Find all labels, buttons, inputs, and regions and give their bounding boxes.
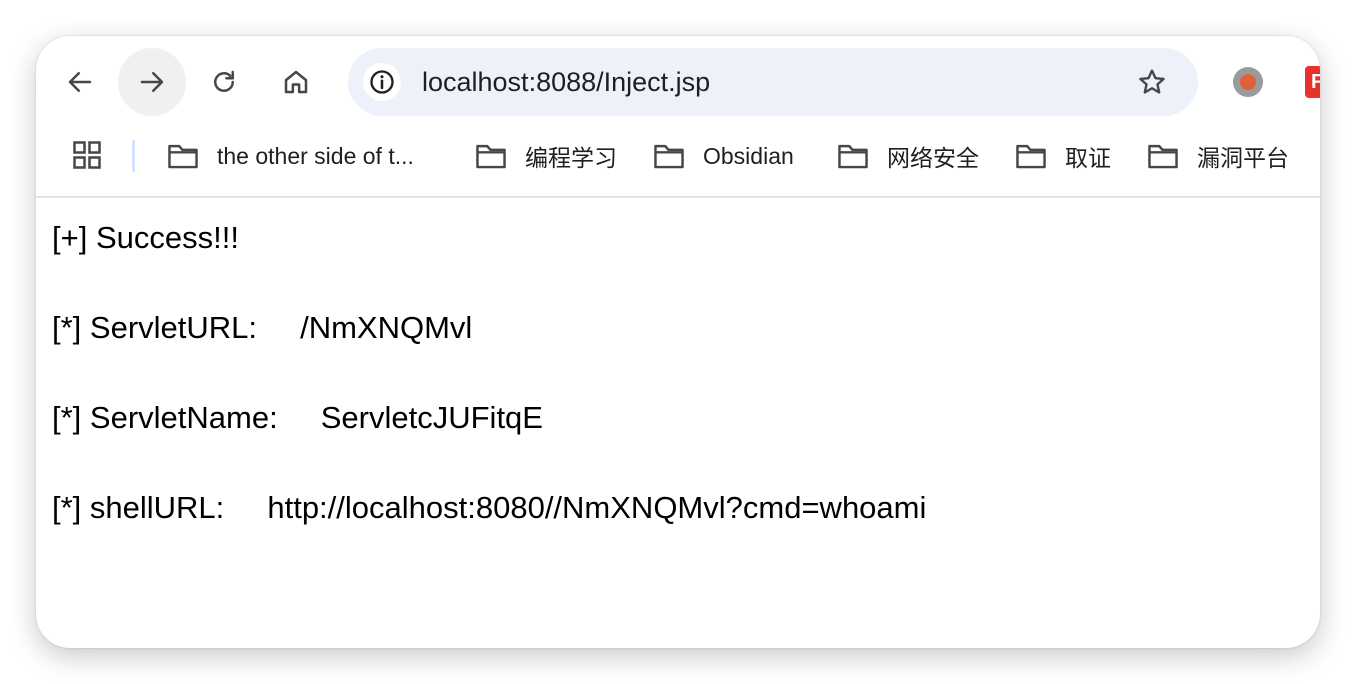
page-content: [+] Success!!! [*] ServletURL: /NmXNQMvl… <box>52 214 926 574</box>
folder-icon <box>654 144 684 169</box>
bookmark-folder[interactable]: 编程学习 <box>475 134 617 178</box>
star-icon[interactable] <box>1136 66 1168 98</box>
bookmark-folder[interactable]: 漏洞平台 <box>1147 134 1289 178</box>
bookmarks-divider <box>132 140 135 172</box>
bookmark-label: 漏洞平台 <box>1197 145 1289 171</box>
forward-button[interactable] <box>118 48 186 116</box>
bookmark-label: 网络安全 <box>887 145 979 171</box>
bookmark-folder[interactable]: Obsidian <box>653 134 794 178</box>
apps-grid-icon[interactable] <box>72 140 102 170</box>
bookmark-folder[interactable]: the other side of t... <box>167 134 414 178</box>
folder-icon <box>1148 144 1178 169</box>
home-icon <box>284 70 308 94</box>
address-bar[interactable]: localhost:8088/Inject.jsp <box>348 48 1198 116</box>
bookmark-label: 取证 <box>1065 145 1111 171</box>
bookmark-folder[interactable]: 取证 <box>1015 134 1111 178</box>
url-text[interactable]: localhost:8088/Inject.jsp <box>422 48 710 116</box>
record-dot <box>1240 74 1256 90</box>
servlet-name-line: [*] ServletName: ServletcJUFitqE <box>52 400 543 435</box>
bookmark-label: Obsidian <box>703 142 794 169</box>
record-extension-icon[interactable] <box>1233 67 1263 97</box>
reload-icon <box>214 70 234 92</box>
bookmark-folder[interactable]: 网络安全 <box>837 134 979 178</box>
folder-icon <box>476 144 506 169</box>
shell-url-line: [*] shellURL: http://localhost:8080//NmX… <box>52 490 927 525</box>
red-extension-icon[interactable]: F <box>1305 66 1320 98</box>
folder-icon <box>1016 144 1046 169</box>
bookmark-label: 编程学习 <box>525 145 617 171</box>
folder-icon <box>168 144 198 169</box>
bookmark-label: the other side of t... <box>217 142 414 169</box>
success-line: [+] Success!!! <box>52 220 239 255</box>
browser-toolbar: localhost:8088/Inject.jsp F <box>36 36 1320 128</box>
folder-icon <box>838 144 868 169</box>
info-icon[interactable] <box>363 63 401 101</box>
arrow-right-icon <box>140 72 164 92</box>
arrow-left-icon <box>68 72 92 92</box>
back-button[interactable] <box>46 48 114 116</box>
browser-window: localhost:8088/Inject.jsp F the other si… <box>36 36 1320 648</box>
home-button[interactable] <box>262 48 330 116</box>
toolbar-separator <box>36 196 1320 198</box>
reload-button[interactable] <box>190 48 258 116</box>
servlet-url-line: [*] ServletURL: /NmXNQMvl <box>52 310 473 345</box>
